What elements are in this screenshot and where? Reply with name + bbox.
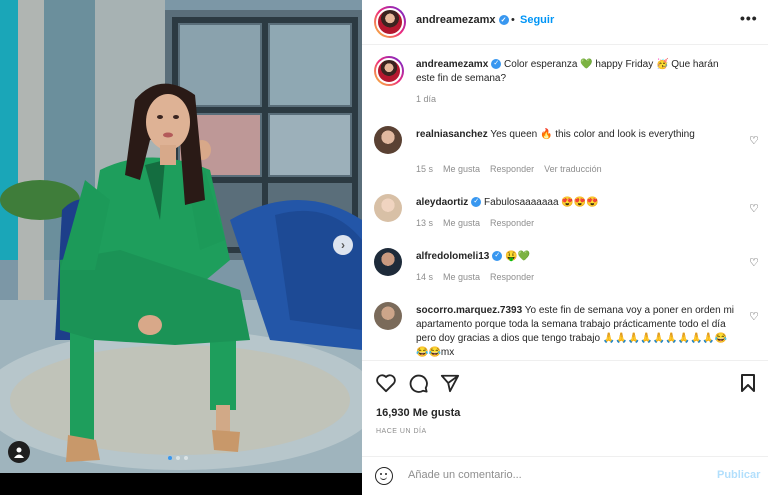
avatar[interactable] xyxy=(374,6,406,38)
comment-username[interactable]: realniasanchez xyxy=(416,129,488,140)
comment-text: Yes queen 🔥 this color and look is every… xyxy=(490,129,695,140)
caption-text-block: andreamezamx ✓ Color esperanza 💚 happy Fr… xyxy=(416,58,734,86)
comment-username[interactable]: socorro.marquez.7393 xyxy=(416,305,522,316)
carousel-dot xyxy=(168,456,172,460)
comment-text-block: alfredolomeli13 ✓ 🤑💚 xyxy=(416,250,734,264)
comment-time[interactable]: 14 s xyxy=(416,272,433,282)
verified-icon: ✓ xyxy=(492,251,503,262)
comment-time[interactable]: 13 s xyxy=(416,218,433,228)
caption-meta: 1 día xyxy=(416,94,436,104)
avatar[interactable] xyxy=(374,194,402,222)
heart-icon[interactable]: ♡ xyxy=(749,310,759,323)
post-details-panel: andreamezamx ✓ • Seguir ••• andreamezamx ✓… xyxy=(362,0,768,495)
comment-time[interactable]: 15 s xyxy=(416,164,433,174)
comment-username[interactable]: alfredolomeli13 xyxy=(416,251,489,262)
heart-icon[interactable] xyxy=(375,373,397,393)
separator: • xyxy=(511,14,515,26)
avatar[interactable] xyxy=(374,248,402,276)
comment-meta: 15 s Me gusta Responder Ver traducción xyxy=(416,164,602,174)
post-actions: 16,930 Me gusta HACE UN DÍA Publicar xyxy=(362,360,768,495)
list-item: realniasanchez Yes queen 🔥 this color an… xyxy=(362,126,768,176)
list-item: aleydaortiz ✓ Fabulosaaaaaaa 😍😍😍 13 s Me … xyxy=(362,194,768,234)
media-footer xyxy=(0,473,362,495)
post-header: andreamezamx ✓ • Seguir ••• xyxy=(362,0,768,45)
caption-username[interactable]: andreamezamx xyxy=(416,59,488,70)
avatar[interactable] xyxy=(374,302,402,330)
comment-meta: 13 s Me gusta Responder xyxy=(416,218,534,228)
add-comment-bar: Publicar xyxy=(362,456,768,495)
carousel-dot xyxy=(176,456,180,460)
user-tag-button[interactable] xyxy=(8,441,30,463)
reply-button[interactable]: Responder xyxy=(490,218,534,228)
more-icon[interactable]: ••• xyxy=(740,10,758,26)
verified-icon: ✓ xyxy=(471,197,482,208)
comment-text: Fabulosaaaaaaa 😍😍😍 xyxy=(484,197,599,208)
comment-likes[interactable]: Me gusta xyxy=(443,218,480,228)
caption-time[interactable]: 1 día xyxy=(416,94,436,104)
next-image-button[interactable]: › xyxy=(333,235,353,255)
comment-text: 🤑💚 xyxy=(505,251,531,262)
instagram-post-modal: › andreamezamx ✓ • Seguir ••• andreameza… xyxy=(0,0,768,495)
follow-button[interactable]: Seguir xyxy=(520,14,554,26)
avatar[interactable] xyxy=(374,56,404,86)
share-icon[interactable] xyxy=(440,373,460,393)
post-image[interactable]: › xyxy=(0,0,362,473)
reply-button[interactable]: Responder xyxy=(490,272,534,282)
post-timestamp[interactable]: HACE UN DÍA xyxy=(376,428,427,435)
heart-icon[interactable]: ♡ xyxy=(749,202,759,215)
comment-input[interactable] xyxy=(408,469,698,481)
author-username-text[interactable]: andreamezamx xyxy=(416,14,496,26)
carousel-dot xyxy=(184,456,188,460)
list-item: socorro.marquez.7393 Yo este fin de sema… xyxy=(362,302,768,360)
avatar[interactable] xyxy=(374,126,402,154)
verified-icon: ✓ xyxy=(491,59,502,70)
comment-likes[interactable]: Me gusta xyxy=(443,272,480,282)
list-item: alfredolomeli13 ✓ 🤑💚 14 s Me gusta Respon… xyxy=(362,248,768,288)
heart-icon[interactable]: ♡ xyxy=(749,134,759,147)
user-tag-icon xyxy=(14,447,24,458)
reply-button[interactable]: Responder xyxy=(490,164,534,174)
carousel-indicator xyxy=(168,456,188,460)
author-username[interactable]: andreamezamx ✓ xyxy=(416,14,509,26)
heart-icon[interactable]: ♡ xyxy=(749,256,759,269)
post-photo xyxy=(0,0,362,473)
publish-button[interactable]: Publicar xyxy=(717,469,760,481)
comment-username[interactable]: aleydaortiz xyxy=(416,197,468,208)
emoji-icon[interactable] xyxy=(375,467,393,485)
comment-text-block: socorro.marquez.7393 Yo este fin de sema… xyxy=(416,304,734,360)
comments-list[interactable]: andreamezamx ✓ Color esperanza 💚 happy Fr… xyxy=(362,46,768,360)
comment-meta: 14 s Me gusta Responder xyxy=(416,272,534,282)
comment-text-block: realniasanchez Yes queen 🔥 this color an… xyxy=(416,128,734,142)
comment-text-block: aleydaortiz ✓ Fabulosaaaaaaa 😍😍😍 xyxy=(416,196,734,210)
translate-button[interactable]: Ver traducción xyxy=(544,164,602,174)
verified-icon: ✓ xyxy=(498,15,509,26)
likes-count[interactable]: 16,930 Me gusta xyxy=(376,407,460,419)
bookmark-icon[interactable] xyxy=(740,373,756,393)
caption: andreamezamx ✓ Color esperanza 💚 happy Fr… xyxy=(362,56,768,116)
chevron-right-icon: › xyxy=(341,238,345,252)
comment-likes[interactable]: Me gusta xyxy=(443,164,480,174)
comment-icon[interactable] xyxy=(408,373,428,393)
